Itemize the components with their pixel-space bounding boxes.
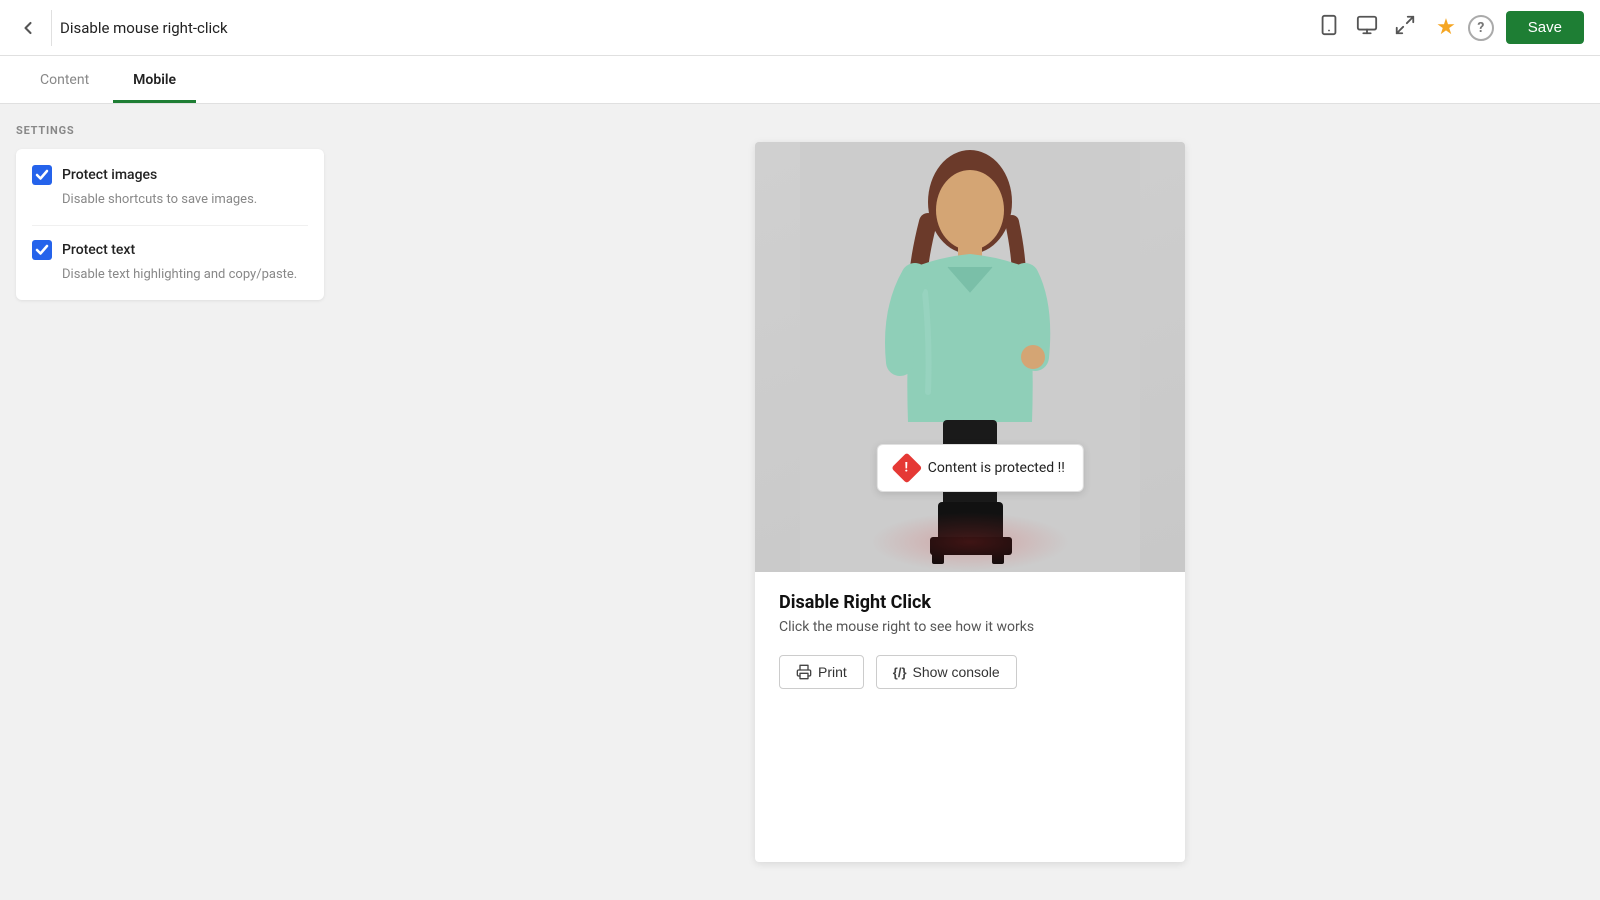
tab-content[interactable]: Content — [20, 60, 109, 103]
settings-divider — [32, 225, 308, 226]
protect-images-title: Protect images — [62, 167, 157, 183]
protected-tooltip-text: Content is protected !! — [928, 460, 1065, 476]
show-console-button[interactable]: {/} Show console — [876, 655, 1017, 689]
desktop-icon[interactable] — [1352, 10, 1382, 45]
print-label: Print — [818, 664, 847, 680]
protect-text-title: Protect text — [62, 242, 135, 258]
help-icon[interactable]: ? — [1468, 15, 1494, 41]
setting-protect-images: Protect images Disable shortcuts to save… — [32, 165, 308, 209]
protected-tooltip: Content is protected !! — [877, 444, 1084, 492]
preview-card: Content is protected !! Disable Right Cl… — [755, 142, 1185, 862]
fashion-svg — [800, 142, 1140, 572]
protect-images-desc: Disable shortcuts to save images. — [62, 191, 308, 209]
setting-protect-images-row: Protect images — [32, 165, 308, 185]
preview-actions: Print {/} Show console — [779, 655, 1161, 689]
back-button[interactable] — [16, 10, 52, 46]
print-icon — [796, 664, 812, 680]
header: Disable mouse right-click ★ ? Save — [0, 0, 1600, 56]
left-panel: SETTINGS Protect images Disable shortcut… — [0, 104, 340, 900]
console-icon: {/} — [893, 665, 907, 680]
protect-text-desc: Disable text highlighting and copy/paste… — [62, 266, 308, 284]
header-right: ★ ? Save — [1436, 11, 1584, 44]
red-glow — [870, 512, 1070, 572]
tab-bar: Content Mobile — [0, 56, 1600, 104]
protected-diamond-icon — [891, 452, 922, 483]
save-button[interactable]: Save — [1506, 11, 1584, 44]
fashion-figure — [755, 142, 1185, 572]
device-icons — [1314, 10, 1420, 45]
preview-content: Disable Right Click Click the mouse righ… — [755, 572, 1185, 689]
show-console-label: Show console — [913, 664, 1000, 680]
expand-icon[interactable] — [1390, 10, 1420, 45]
tab-mobile[interactable]: Mobile — [113, 60, 196, 103]
right-panel: Content is protected !! Disable Right Cl… — [340, 104, 1600, 900]
mobile-icon[interactable] — [1314, 10, 1344, 45]
settings-label: SETTINGS — [16, 124, 324, 137]
preview-title: Disable Right Click — [779, 592, 1161, 613]
protect-text-checkbox[interactable] — [32, 240, 52, 260]
star-icon[interactable]: ★ — [1436, 15, 1456, 40]
protect-images-checkbox[interactable] — [32, 165, 52, 185]
setting-protect-text: Protect text Disable text highlighting a… — [32, 240, 308, 284]
preview-image: Content is protected !! — [755, 142, 1185, 572]
preview-subtitle: Click the mouse right to see how it work… — [779, 619, 1161, 635]
main-layout: SETTINGS Protect images Disable shortcut… — [0, 104, 1600, 900]
settings-card: Protect images Disable shortcuts to save… — [16, 149, 324, 300]
print-button[interactable]: Print — [779, 655, 864, 689]
page-title: Disable mouse right-click — [60, 19, 1314, 37]
setting-protect-text-row: Protect text — [32, 240, 308, 260]
